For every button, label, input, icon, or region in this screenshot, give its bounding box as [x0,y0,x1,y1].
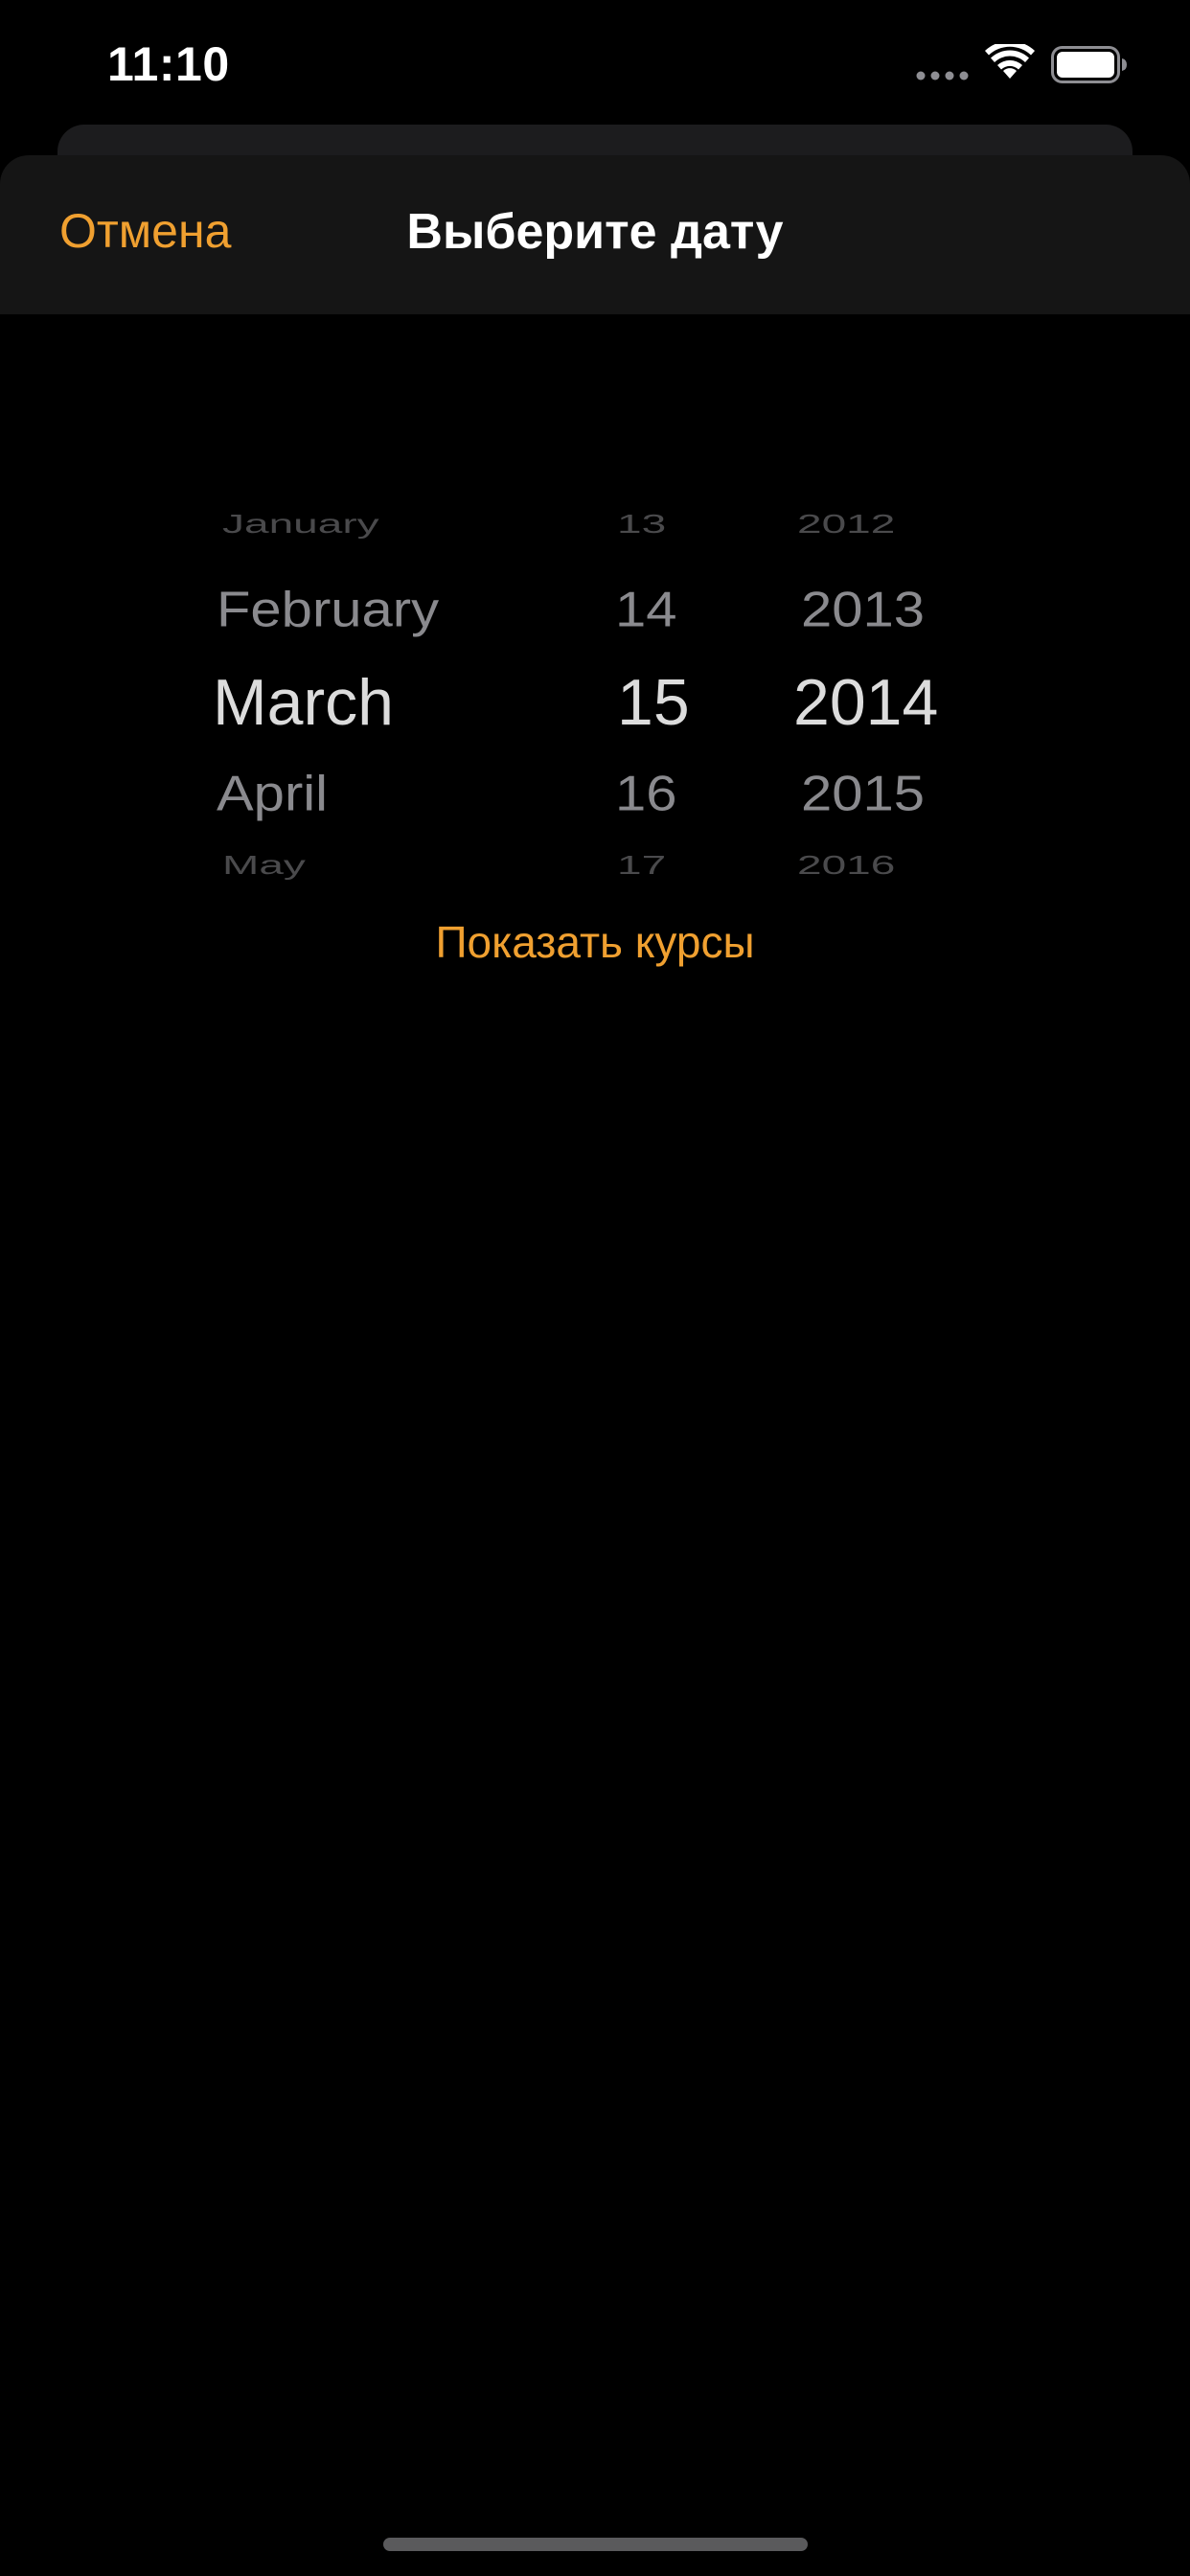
show-rates-button[interactable]: Показать курсы [0,916,1190,968]
month-wheel[interactable]: January February March April May [213,355,558,891]
day-wheel[interactable]: 13 14 15 16 17 [613,355,728,891]
wifi-icon [985,44,1035,79]
selected-month[interactable]: March [213,665,394,740]
year-option[interactable]: 2015 [801,765,925,822]
page-title: Выберите дату [406,204,784,260]
status-bar: 11:10 [0,0,1190,126]
month-option[interactable]: May [222,849,306,880]
status-time: 11:10 [107,37,230,91]
selected-day[interactable]: 15 [617,665,690,740]
date-selection-sheet: Отмена Выберите дату January February Ma… [0,155,1190,2576]
date-picker[interactable]: January February March April May 13 14 1… [0,355,1190,891]
year-option[interactable]: 2016 [797,849,895,880]
day-option[interactable]: 14 [615,581,677,638]
month-option[interactable]: April [217,765,328,822]
year-option[interactable]: 2012 [797,508,895,539]
battery-icon [1051,46,1127,83]
day-option[interactable]: 16 [615,765,677,822]
day-option[interactable]: 13 [617,508,666,539]
day-option[interactable]: 17 [617,849,666,880]
month-option[interactable]: February [217,581,439,638]
month-option[interactable]: January [222,508,379,539]
year-option[interactable]: 2013 [801,581,925,638]
selected-year[interactable]: 2014 [793,665,938,740]
cellular-signal-icon [916,71,969,80]
home-indicator[interactable] [383,2538,808,2551]
year-wheel[interactable]: 2012 2013 2014 2015 2016 [791,355,983,891]
navigation-bar: Отмена Выберите дату [0,155,1190,314]
